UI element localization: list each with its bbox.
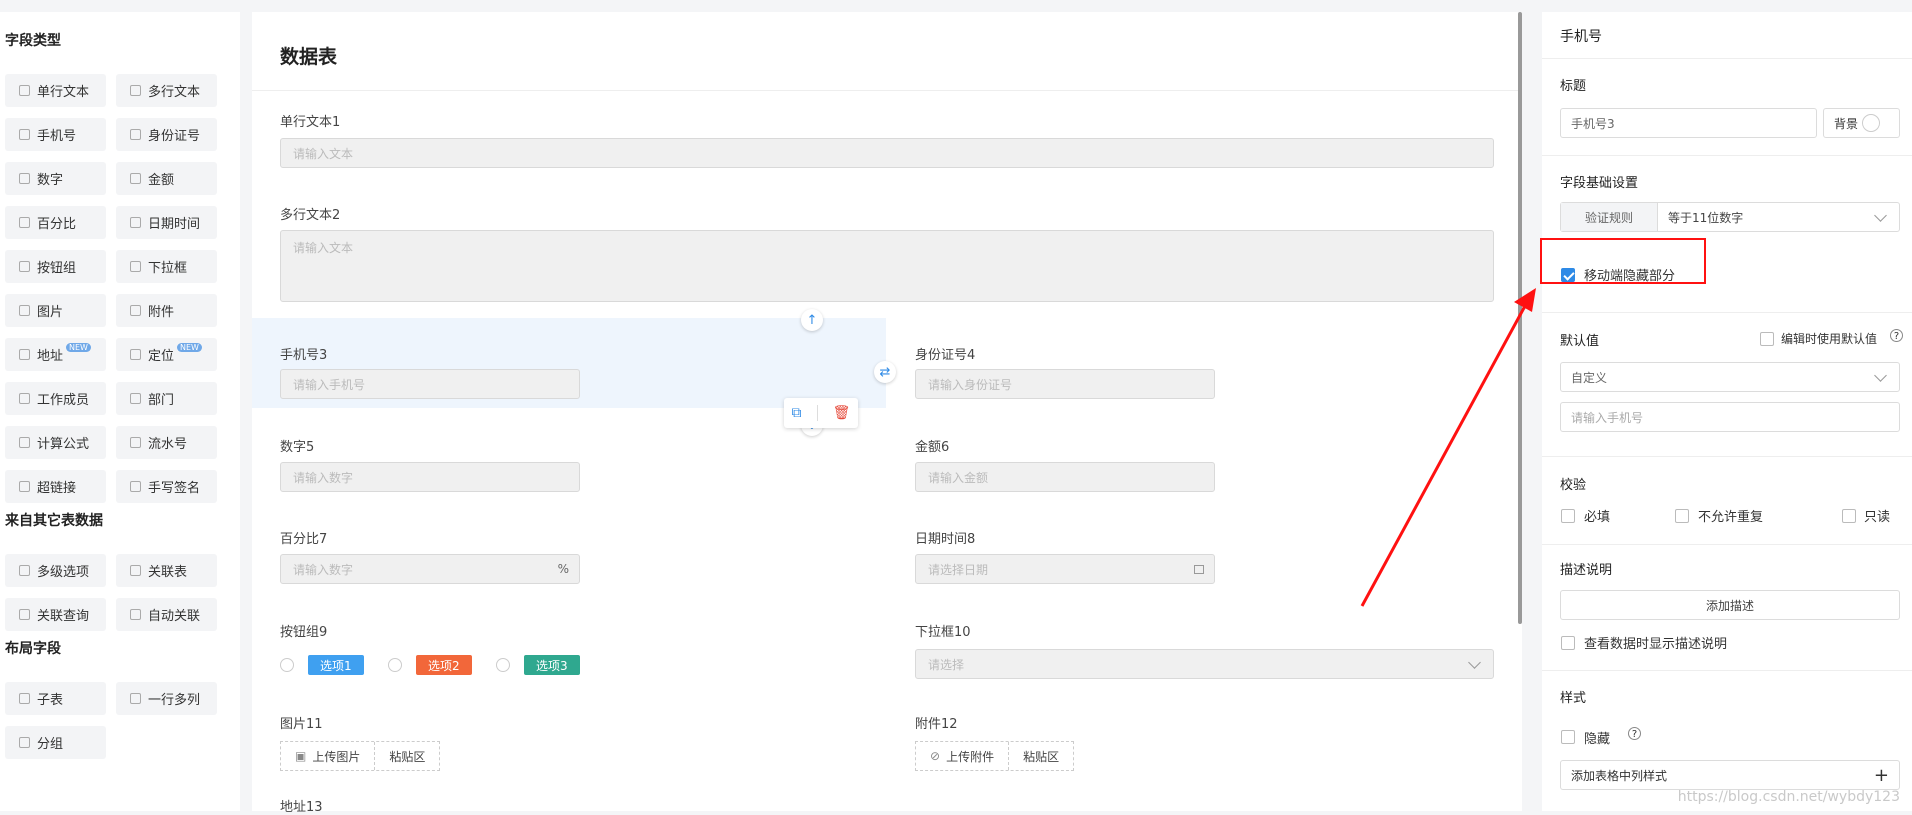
annotation-arrow (1360, 288, 1536, 607)
arrow-line (1360, 305, 1527, 607)
watermark: https://blog.csdn.net/wybdy123 (1677, 789, 1900, 805)
